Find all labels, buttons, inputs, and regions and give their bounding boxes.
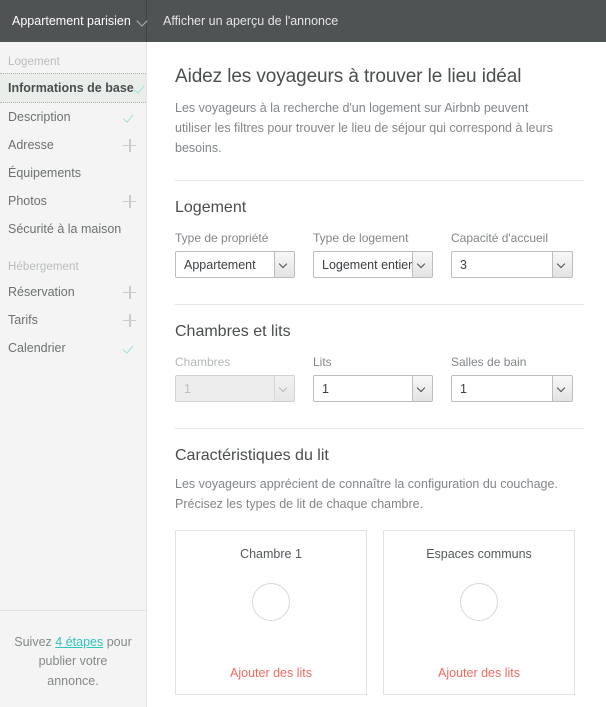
section-title-chambres-et-lits: Chambres et lits [175, 323, 291, 340]
field-type-de-logement: Type de logement Logement entier [313, 231, 433, 278]
select-value: 3 [460, 257, 467, 272]
section-title-logement: Logement [175, 199, 247, 216]
sidebar-group-label-hebergement: Hébergement [8, 261, 79, 273]
chevron-down-icon[interactable] [412, 252, 432, 277]
sidebar-group-label-logement: Logement [8, 56, 60, 68]
plus-icon[interactable] [123, 313, 136, 327]
app-shell: Logement Informations de base Descriptio… [0, 42, 606, 707]
field-row-logement: Type de propriété Appartement Type de lo… [175, 231, 584, 278]
sidebar-item-label: Adresse [8, 138, 54, 152]
field-salles-de-bain: Salles de bain 1 [451, 355, 573, 402]
top-bar: Appartement parisien Afficher un aperçu … [0, 0, 606, 42]
sidebar-item-tarifs[interactable]: Tarifs [0, 306, 146, 334]
add-beds-link[interactable]: Ajouter des lits [438, 666, 520, 680]
select-salles-de-bain[interactable]: 1 [451, 375, 573, 402]
check-icon [123, 111, 136, 124]
field-chambres: Chambres 1 [175, 355, 295, 402]
plus-icon[interactable] [123, 138, 136, 152]
sidebar-item-label: Informations de base [8, 81, 134, 95]
chevron-down-icon[interactable] [412, 376, 432, 401]
field-label: Capacité d'accueil [451, 231, 549, 245]
status-icon-placeholder [123, 167, 136, 180]
sidebar-item-description[interactable]: Description [0, 103, 146, 131]
steps-link[interactable]: 4 étapes [55, 635, 103, 649]
chevron-down-icon [137, 17, 149, 25]
page-subtitle: Les voyageurs à la recherche d'un logeme… [175, 101, 553, 155]
field-lits: Lits 1 [313, 355, 433, 402]
select-value: Logement entier [322, 257, 412, 272]
footer-text-before: Suivez [14, 634, 56, 649]
chevron-down-icon [274, 376, 294, 401]
sidebar-item-label: Calendrier [8, 341, 66, 355]
section-description: Les voyageurs apprécient de connaître la… [175, 477, 558, 511]
main-content: Aidez les voyageurs à trouver le lieu id… [147, 42, 606, 707]
select-value: 1 [322, 381, 329, 396]
sidebar-item-label: Équipements [8, 166, 81, 180]
select-value: 1 [184, 381, 191, 396]
sidebar-item-label: Photos [8, 194, 47, 208]
page-title: Aidez les voyageurs à trouver le lieu id… [175, 66, 522, 87]
select-chambres: 1 [175, 375, 295, 402]
sidebar-item-reservation[interactable]: Réservation [0, 278, 146, 306]
bed-card-chambre-1[interactable]: Chambre 1 Ajouter des lits [175, 530, 367, 695]
check-icon [134, 82, 147, 95]
field-label: Type de propriété [175, 231, 269, 245]
bed-card-title: Espaces communs [426, 547, 532, 561]
field-label: Salles de bain [451, 355, 527, 369]
check-icon [123, 342, 136, 355]
bed-placeholder-circle-icon [460, 583, 498, 622]
select-type-de-propriete[interactable]: Appartement [175, 251, 295, 278]
select-capacite-d-accueil[interactable]: 3 [451, 251, 573, 278]
bed-cards: Chambre 1 Ajouter des lits Espaces commu… [175, 530, 584, 695]
sidebar-item-equipements[interactable]: Équipements [0, 159, 146, 187]
sidebar-nav: Logement Informations de base Descriptio… [0, 42, 146, 610]
field-row-chambres-et-lits: Chambres 1 Lits 1 Salles de bain 1 [175, 355, 584, 402]
add-beds-link[interactable]: Ajouter des lits [230, 666, 312, 680]
sidebar-item-securite-a-la-maison[interactable]: Sécurité à la maison [0, 215, 146, 243]
field-label: Lits [313, 355, 332, 369]
listing-selector[interactable]: Appartement parisien [0, 0, 147, 42]
sidebar-item-adresse[interactable]: Adresse [0, 131, 146, 159]
select-value: 1 [460, 381, 467, 396]
bed-placeholder-circle-icon [252, 583, 290, 622]
chevron-down-icon[interactable] [552, 252, 572, 277]
field-label: Type de logement [313, 231, 409, 245]
sidebar-footer: Suivez 4 étapes pour publier votre annon… [0, 609, 146, 707]
section-divider [175, 180, 584, 181]
plus-icon[interactable] [123, 285, 136, 299]
listing-title: Appartement parisien [12, 14, 131, 28]
preview-listing-link[interactable]: Afficher un aperçu de l'annonce [147, 0, 338, 42]
bed-card-title: Chambre 1 [240, 547, 302, 561]
bed-card-espaces-communs[interactable]: Espaces communs Ajouter des lits [383, 530, 575, 695]
section-divider [175, 304, 584, 305]
sidebar-item-photos[interactable]: Photos [0, 187, 146, 215]
chevron-down-icon[interactable] [274, 252, 294, 277]
select-lits[interactable]: 1 [313, 375, 433, 402]
field-label: Chambres [175, 355, 231, 369]
sidebar-item-label: Description [8, 110, 71, 124]
status-icon-placeholder [123, 223, 136, 236]
sidebar: Logement Informations de base Descriptio… [0, 42, 147, 707]
field-capacite-d-accueil: Capacité d'accueil 3 [451, 231, 573, 278]
select-type-de-logement[interactable]: Logement entier [313, 251, 433, 278]
section-divider [175, 428, 584, 429]
plus-icon[interactable] [123, 194, 136, 208]
select-value: Appartement [184, 257, 256, 272]
section-title-caracteristiques-du-lit: Caractéristiques du lit [175, 447, 329, 464]
sidebar-item-label: Réservation [8, 285, 75, 299]
sidebar-item-informations-de-base[interactable]: Informations de base [0, 73, 146, 103]
field-type-de-propriete: Type de propriété Appartement [175, 231, 295, 278]
sidebar-item-label: Tarifs [8, 313, 38, 327]
sidebar-item-calendrier[interactable]: Calendrier [0, 334, 146, 362]
chevron-down-icon[interactable] [552, 376, 572, 401]
sidebar-item-label: Sécurité à la maison [8, 222, 122, 236]
